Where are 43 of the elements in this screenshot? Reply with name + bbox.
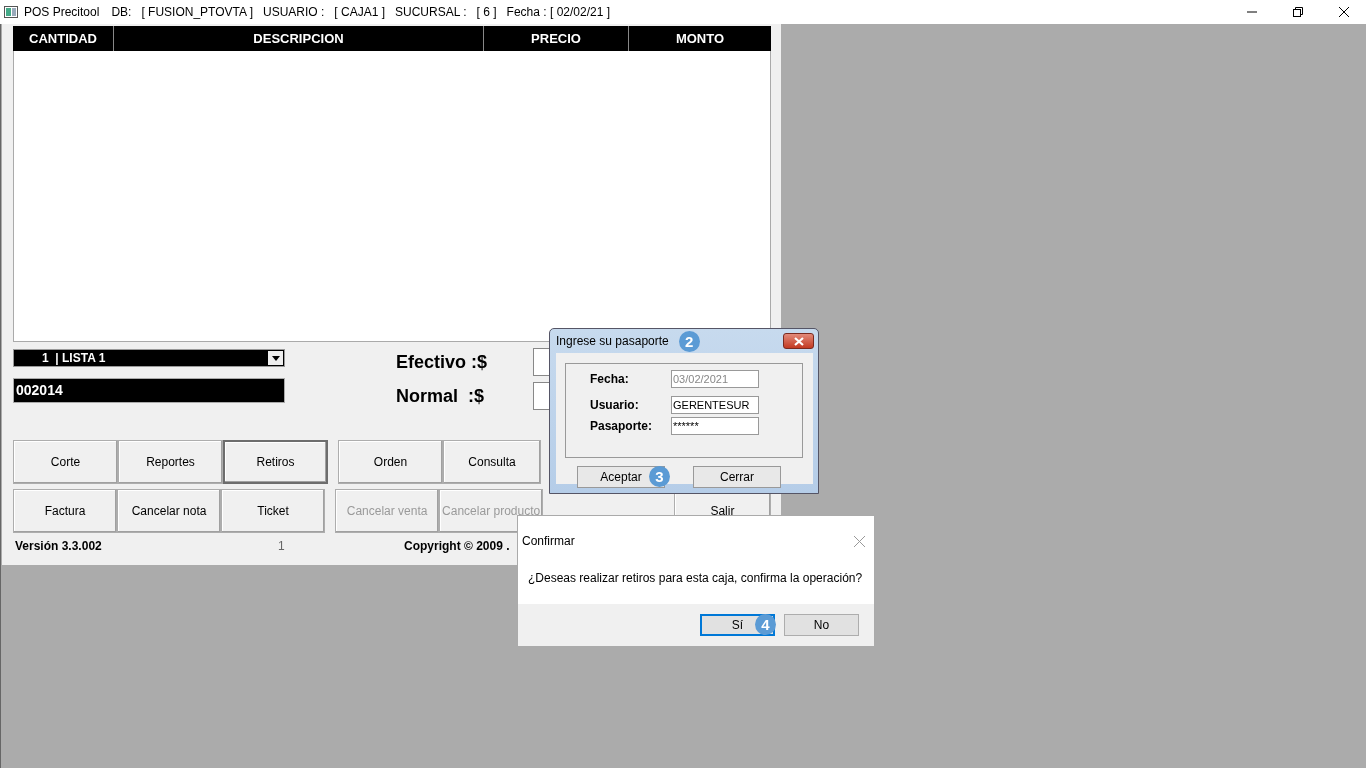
version-label: Versión 3.3.002: [15, 539, 103, 553]
action-button[interactable]: Consulta: [443, 440, 541, 484]
action-button[interactable]: Orden: [338, 440, 443, 484]
copyright-label: Copyright © 2009 .: [404, 539, 510, 553]
action-button[interactable]: Corte: [13, 440, 118, 484]
price-list-dropdown[interactable]: 1 | LISTA 1: [13, 349, 285, 367]
dialog-title: Ingrese su pasaporte: [556, 334, 669, 348]
close-icon: [793, 336, 804, 346]
dialog-button[interactable]: No: [784, 614, 859, 636]
action-button[interactable]: Factura: [13, 489, 118, 533]
dialog-title: Confirmar: [522, 534, 575, 548]
title-info: [ CAJA1 ]: [334, 5, 385, 19]
title-info: DB:: [111, 5, 132, 19]
action-button[interactable]: Cancelar nota: [117, 489, 222, 533]
confirm-message: ¿Deseas realizar retiros para esta caja, confirma la operación?: [527, 570, 864, 587]
window-title: POS Precitool: [24, 5, 100, 19]
close-icon[interactable]: [1338, 6, 1350, 18]
close-button[interactable]: [783, 333, 814, 349]
dropdown-button[interactable]: [268, 351, 283, 365]
action-button[interactable]: Reportes: [118, 440, 223, 484]
title-info: [ 6 ]: [476, 5, 497, 19]
app-icon: [4, 6, 18, 18]
step-badge: 2: [678, 330, 700, 352]
action-button[interactable]: Retiros: [223, 440, 328, 484]
input-field[interactable]: ******: [671, 417, 759, 435]
dialog-button[interactable]: Cerrar: [693, 466, 781, 488]
field-label: Usuario:: [590, 398, 640, 412]
dropdown-value: 1 | LISTA 1: [42, 351, 107, 365]
code-field[interactable]: 002014: [13, 378, 285, 403]
restore-icon[interactable]: [1292, 6, 1304, 18]
column-header: MONTO: [674, 30, 726, 48]
title-info: [ FUSION_PTOVTA ]: [141, 5, 253, 19]
field-label: Fecha:: [590, 372, 630, 386]
total-label: Efectivo :$: [396, 351, 489, 373]
title-info: Fecha : [ 02/02/21 ]: [506, 5, 610, 19]
page-number: 1: [278, 539, 286, 553]
field-label: Pasaporte:: [590, 419, 654, 433]
title-info: SUCURSAL :: [395, 5, 467, 19]
total-label: Normal :$: [396, 385, 486, 407]
title-info: USUARIO :: [263, 5, 325, 19]
input-field[interactable]: GERENTESUR: [671, 396, 759, 414]
caret-icon: [271, 355, 280, 361]
action-button[interactable]: Ticket: [221, 489, 326, 533]
